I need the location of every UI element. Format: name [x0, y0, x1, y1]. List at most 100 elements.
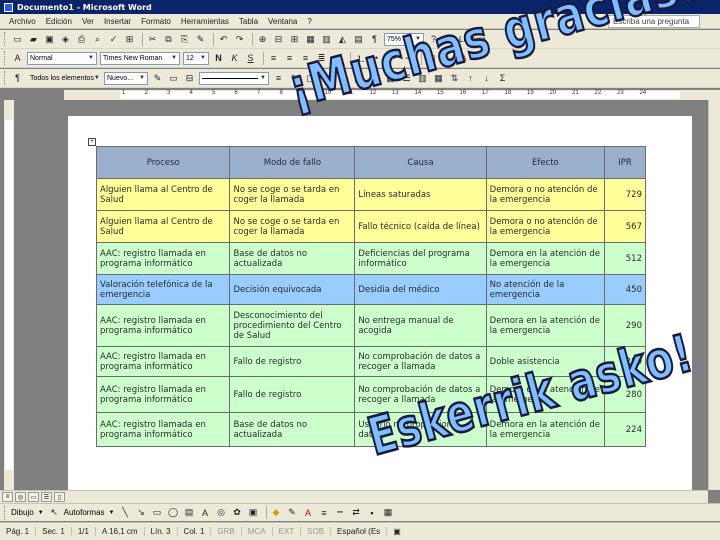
- table-move-handle-icon[interactable]: +: [88, 138, 96, 146]
- cell-proceso[interactable]: AAC: registro llamada en programa inform…: [95, 304, 231, 347]
- undo-icon[interactable]: ↶: [217, 33, 230, 46]
- insert-excel-icon[interactable]: ▦: [304, 33, 317, 46]
- cell-modo-fallo[interactable]: No se coge o se tarda en coger la llamad…: [229, 178, 356, 211]
- autoshapes-button[interactable]: Autoformas: [64, 508, 105, 517]
- table-draw-icon[interactable]: ✎: [151, 72, 164, 85]
- vertical-ruler[interactable]: [4, 100, 14, 490]
- rectangle-icon[interactable]: ▭: [151, 506, 164, 519]
- save-icon[interactable]: ▣: [43, 33, 56, 46]
- copy-icon[interactable]: ⧉: [162, 33, 175, 46]
- outline-view-icon[interactable]: ☰: [41, 492, 52, 502]
- cell-proceso[interactable]: Alguien llama al Centro de Salud: [95, 210, 231, 243]
- text-box-icon[interactable]: ▤: [183, 506, 196, 519]
- cell-modo-fallo[interactable]: Fallo de registro: [229, 376, 356, 413]
- font-size-combo[interactable]: 12 ▼: [183, 51, 209, 65]
- status-ext[interactable]: EXT: [273, 527, 302, 536]
- fill-color-icon[interactable]: ◆: [270, 506, 283, 519]
- toolbar-grip[interactable]: [4, 71, 7, 85]
- format-painter-icon[interactable]: ✎: [194, 33, 207, 46]
- menu-formato[interactable]: Formato: [136, 17, 176, 26]
- autosum-icon[interactable]: Σ: [496, 72, 509, 85]
- cell-proceso[interactable]: AAC: registro llamada en programa inform…: [95, 242, 231, 275]
- font-combo[interactable]: Times New Roman ▼: [100, 51, 180, 65]
- cell-efecto[interactable]: Demora en la atención de la emergencia: [485, 242, 606, 275]
- sort-descending-icon[interactable]: ↓: [480, 72, 493, 85]
- cell-causa[interactable]: Líneas saturadas: [354, 178, 487, 211]
- web-view-icon[interactable]: ◎: [15, 492, 26, 502]
- line-icon[interactable]: ╲: [119, 506, 132, 519]
- shadow-icon[interactable]: ▪: [366, 506, 379, 519]
- clipart-icon[interactable]: ✿: [231, 506, 244, 519]
- status-mca[interactable]: MCA: [242, 527, 273, 536]
- cell-ipr[interactable]: 224: [604, 412, 646, 447]
- cell-ipr[interactable]: 567: [604, 210, 646, 243]
- wordart-icon[interactable]: A: [199, 506, 212, 519]
- arrow-icon[interactable]: ↘: [135, 506, 148, 519]
- menu-archivo[interactable]: Archivo: [4, 17, 41, 26]
- cell-proceso[interactable]: Alguien llama al Centro de Salud: [95, 178, 231, 211]
- reading-view-icon[interactable]: ▯: [54, 492, 65, 502]
- cell-modo-fallo[interactable]: Desconocimiento del procedimiento del Ce…: [229, 304, 356, 347]
- draw-menu-button[interactable]: Dibujo: [11, 508, 34, 517]
- line-weight-icon[interactable]: ≡: [272, 72, 285, 85]
- redo-icon[interactable]: ↷: [233, 33, 246, 46]
- permission-icon[interactable]: ◈: [59, 33, 72, 46]
- new-document-icon[interactable]: ▭: [11, 33, 24, 46]
- menu-herramientas[interactable]: Herramientas: [176, 17, 234, 26]
- align-left-icon[interactable]: ≡: [267, 52, 280, 65]
- print-view-icon[interactable]: ▭: [28, 492, 39, 502]
- styles-formatting-icon[interactable]: ¶: [11, 72, 24, 85]
- toolbar-grip[interactable]: [4, 32, 7, 46]
- cell-modo-fallo[interactable]: Decisión equivocada: [229, 274, 356, 305]
- style-combo[interactable]: Normal ▼: [27, 51, 97, 65]
- cell-modo-fallo[interactable]: Base de datos no actualizada: [229, 242, 356, 275]
- columns-icon[interactable]: ▥: [320, 33, 333, 46]
- cell-ipr[interactable]: 450: [604, 274, 646, 305]
- hyperlink-icon[interactable]: ⊕: [256, 33, 269, 46]
- cell-proceso[interactable]: AAC: registro llamada en programa inform…: [95, 376, 231, 413]
- cut-icon[interactable]: ✂: [146, 33, 159, 46]
- menu-insertar[interactable]: Insertar: [99, 17, 136, 26]
- new-combo[interactable]: Nuevo... ▼: [104, 71, 148, 85]
- oval-icon[interactable]: ◯: [167, 506, 180, 519]
- 3d-icon[interactable]: ▦: [382, 506, 395, 519]
- cell-efecto[interactable]: Demora en la atención de la emergencia: [485, 304, 606, 347]
- menu-edicion[interactable]: Edición: [41, 17, 77, 26]
- print-icon[interactable]: ⎙: [75, 33, 88, 46]
- status-grb[interactable]: GRB: [211, 527, 242, 536]
- font-color-icon[interactable]: A: [302, 506, 315, 519]
- cell-ipr[interactable]: 512: [604, 242, 646, 275]
- cell-modo-fallo[interactable]: Fallo de registro: [229, 346, 356, 377]
- spelling-icon[interactable]: ✓: [107, 33, 120, 46]
- toolbar-grip[interactable]: [4, 51, 7, 65]
- picture-icon[interactable]: ▣: [247, 506, 260, 519]
- cell-efecto[interactable]: Demora o no atención de la emergencia: [485, 210, 606, 243]
- cell-causa[interactable]: No entrega manual de acogida: [354, 304, 487, 347]
- line-style-icon[interactable]: ≡: [318, 506, 331, 519]
- underline-icon[interactable]: S: [244, 52, 257, 65]
- line-color-icon[interactable]: ✎: [286, 506, 299, 519]
- spelling-status-icon[interactable]: ▣: [387, 527, 407, 536]
- cell-causa[interactable]: Desidia del médico: [354, 274, 487, 305]
- cell-ipr[interactable]: 729: [604, 178, 646, 211]
- menu-tabla[interactable]: Tabla: [234, 17, 263, 26]
- select-objects-icon[interactable]: ↖: [48, 506, 61, 519]
- dash-style-icon[interactable]: ┅: [334, 506, 347, 519]
- cell-efecto[interactable]: Demora o no atención de la emergencia: [485, 178, 606, 211]
- open-folder-icon[interactable]: ▰: [27, 33, 40, 46]
- cell-causa[interactable]: Fallo técnico (caída de línea): [354, 210, 487, 243]
- cell-modo-fallo[interactable]: No se coge o se tarda en coger la llamad…: [229, 210, 356, 243]
- normal-view-icon[interactable]: ≡: [2, 492, 13, 502]
- styles-pane-icon[interactable]: A: [11, 52, 24, 65]
- cell-causa[interactable]: Deficiencias del programa informático: [354, 242, 487, 275]
- toolbar-grip[interactable]: [4, 505, 7, 520]
- cell-efecto[interactable]: No atención de la emergencia: [485, 274, 606, 305]
- menu-help[interactable]: ?: [302, 17, 316, 26]
- line-style-combo[interactable]: ▼: [199, 71, 269, 85]
- italic-icon[interactable]: K: [228, 52, 241, 65]
- all-elements-combo[interactable]: Todos los elementos ▼: [27, 71, 101, 85]
- merge-cells-icon[interactable]: ⊟: [183, 72, 196, 85]
- research-icon[interactable]: ⊞: [123, 33, 136, 46]
- horizontal-scrollbar[interactable]: ≡ ◎ ▭ ☰ ▯: [0, 490, 708, 503]
- eraser-icon[interactable]: ▭: [167, 72, 180, 85]
